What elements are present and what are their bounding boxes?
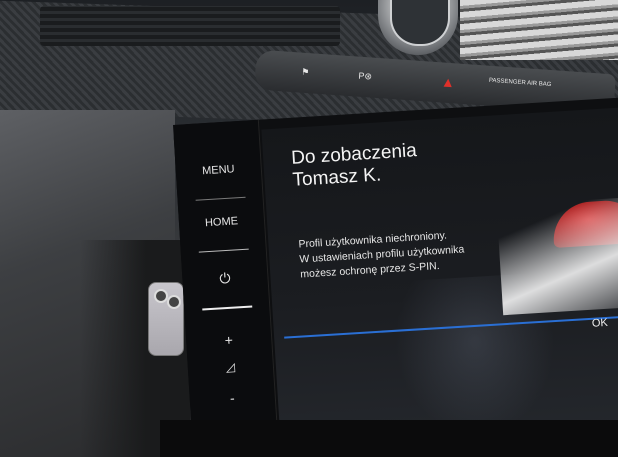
- camera-lens-icon: [154, 289, 168, 303]
- passenger-airbag-indicator: PASSENGER AIR BAG: [488, 77, 552, 89]
- photo-scene: ⚑ P⊛ ▲ PASSENGER AIR BAG MENU HOME ⏻ + ◿…: [0, 0, 618, 457]
- camera-lens-icon: [167, 295, 181, 309]
- power-icon[interactable]: ⏻: [182, 268, 268, 290]
- volume-icon: ◿: [225, 359, 236, 375]
- divider: [202, 305, 253, 311]
- profile-message: Profil użytkownika niechroniony. W ustaw…: [298, 224, 530, 283]
- main-display: Do zobaczenia Tomasz K. Profil użytkowni…: [261, 106, 618, 450]
- infotainment-screen: MENU HOME ⏻ + ◿ - Do zobaczenia Tomasz K…: [173, 96, 618, 457]
- air-vent-left: [40, 6, 340, 46]
- divider: [198, 248, 249, 253]
- sun-glare: [496, 196, 618, 316]
- divider: [195, 196, 246, 201]
- park-assist-button[interactable]: P⊛: [345, 64, 386, 89]
- parking-sensor-button[interactable]: ⚑: [285, 60, 326, 85]
- menu-button[interactable]: MENU: [176, 162, 262, 179]
- air-vent-right: [460, 0, 618, 60]
- greeting: Do zobaczenia Tomasz K.: [291, 140, 419, 192]
- volume-down-button[interactable]: -: [189, 387, 275, 408]
- volume-up-button[interactable]: +: [186, 329, 272, 350]
- dashboard-lower-edge: [160, 420, 618, 457]
- phone-reflection: [148, 282, 184, 356]
- ok-button[interactable]: OK: [592, 317, 609, 330]
- home-button[interactable]: HOME: [179, 214, 265, 231]
- hazard-icon[interactable]: ▲: [432, 70, 463, 94]
